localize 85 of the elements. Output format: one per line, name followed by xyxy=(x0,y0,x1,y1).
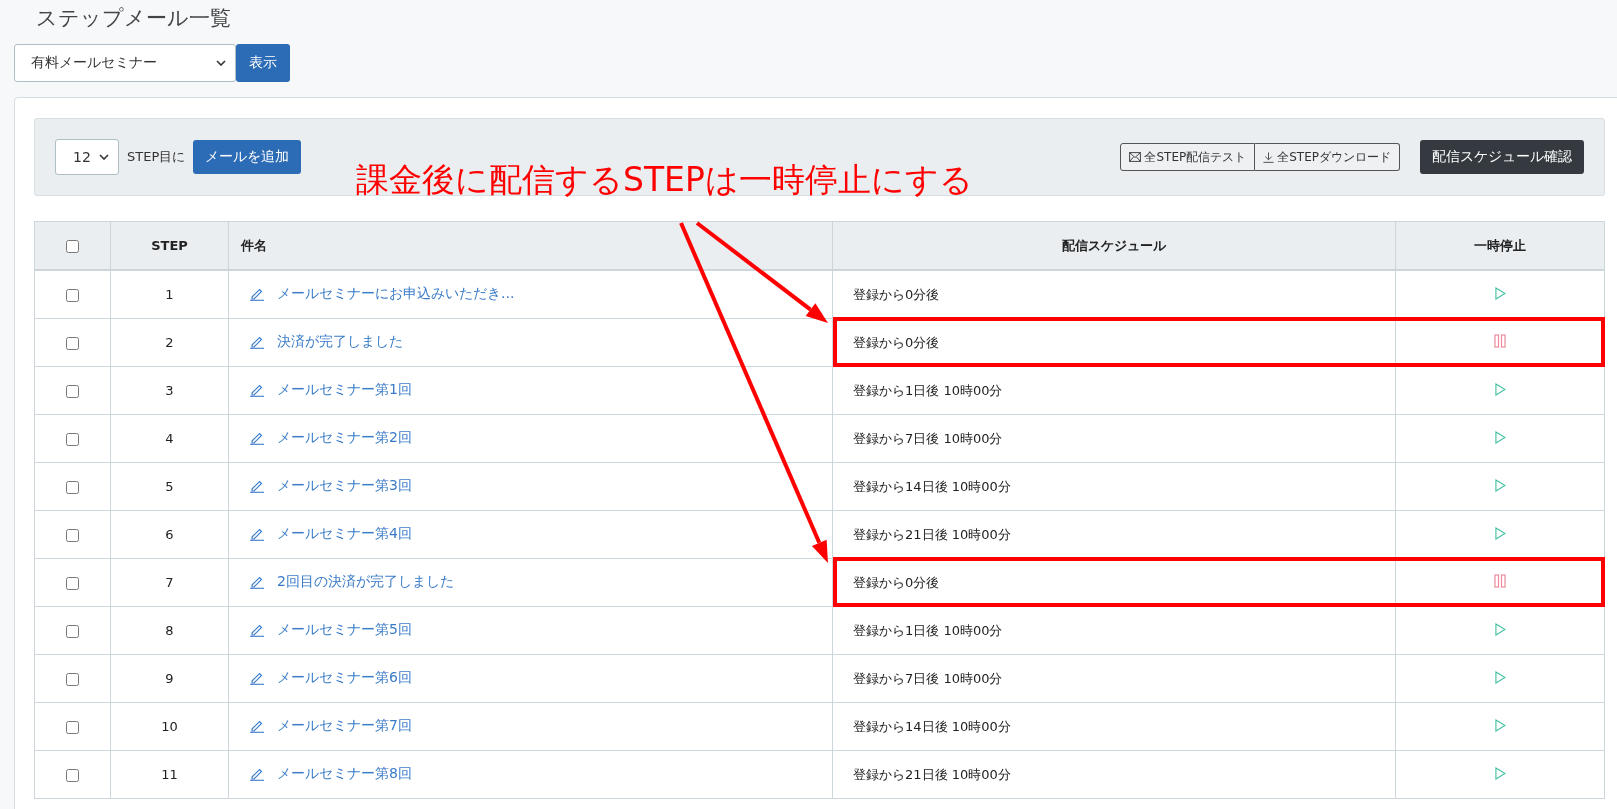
subject-link[interactable]: メールセミナー第2回 xyxy=(277,429,412,447)
pencil-icon[interactable] xyxy=(249,383,265,397)
subject-link[interactable]: メールセミナー第3回 xyxy=(277,477,412,495)
subject-link[interactable]: メールセミナー第6回 xyxy=(277,669,412,687)
step-dropdown[interactable]: 12 xyxy=(55,139,119,175)
step-number: 1 xyxy=(165,287,174,302)
column-header: 配信スケジュール xyxy=(1062,237,1166,253)
schedule-text: 登録から21日後 10時00分 xyxy=(853,766,1011,782)
pencil-icon[interactable] xyxy=(249,527,265,541)
schedule-text: 登録から7日後 10時00分 xyxy=(853,430,1003,446)
add-mail-button[interactable]: メールを追加 xyxy=(193,140,302,174)
chevron-icon xyxy=(99,154,109,160)
download-button[interactable]: 全STEPダウンロード xyxy=(1255,143,1400,171)
step-label: STEP目に xyxy=(127,148,186,166)
step-number: 2 xyxy=(165,335,174,350)
subject-link[interactable]: メールセミナーにお申込みいただき... xyxy=(277,285,515,303)
pencil-icon[interactable] xyxy=(249,671,265,685)
pause-icon[interactable] xyxy=(1494,334,1506,348)
play-icon[interactable] xyxy=(1494,382,1506,396)
annotation-text: 課金後に配信するSTEPは一時停止にする xyxy=(356,159,973,201)
row-checkbox[interactable] xyxy=(66,433,79,446)
schedule-text: 登録から14日後 10時00分 xyxy=(853,718,1011,734)
schedule-text: 登録から7日後 10時00分 xyxy=(853,670,1003,686)
row-checkbox[interactable] xyxy=(66,577,79,590)
show-button[interactable]: 表示 xyxy=(236,44,290,82)
subject-link[interactable]: 2回目の決済が完了しました xyxy=(277,573,454,591)
pencil-icon[interactable] xyxy=(249,719,265,733)
step-number: 6 xyxy=(165,527,174,542)
step-number: 5 xyxy=(165,479,174,494)
row-checkbox[interactable] xyxy=(66,337,79,350)
row-checkbox[interactable] xyxy=(66,769,79,782)
play-icon[interactable] xyxy=(1494,478,1506,492)
pencil-icon[interactable] xyxy=(249,575,265,589)
pencil-icon[interactable] xyxy=(249,479,265,493)
chevron-icon xyxy=(216,60,226,66)
schedule-text: 登録から1日後 10時00分 xyxy=(853,382,1003,398)
subject-link[interactable]: メールセミナー第8回 xyxy=(277,765,412,783)
test-send-button[interactable]: 全STEP配信テスト xyxy=(1120,143,1256,171)
column-header: STEP xyxy=(151,238,188,253)
row-checkbox[interactable] xyxy=(66,625,79,638)
pencil-icon[interactable] xyxy=(249,623,265,637)
row-checkbox[interactable] xyxy=(66,721,79,734)
play-icon[interactable] xyxy=(1494,430,1506,444)
subject-link[interactable]: メールセミナー第5回 xyxy=(277,621,412,639)
step-number: 9 xyxy=(165,671,174,686)
row-checkbox[interactable] xyxy=(66,481,79,494)
download-icon xyxy=(1263,151,1275,163)
column-header: 件名 xyxy=(241,237,267,253)
pencil-icon[interactable] xyxy=(249,431,265,445)
subject-link[interactable]: メールセミナー第7回 xyxy=(277,717,412,735)
pencil-icon[interactable] xyxy=(249,767,265,781)
row-checkbox[interactable] xyxy=(66,385,79,398)
row-checkbox[interactable] xyxy=(66,673,79,686)
column-header: 一時停止 xyxy=(1474,237,1526,253)
page-title: ステップメール一覧 xyxy=(35,5,232,32)
select-all-checkbox[interactable] xyxy=(66,240,79,253)
schedule-text: 登録から0分後 xyxy=(853,286,940,302)
step-number: 4 xyxy=(165,431,174,446)
step-number: 3 xyxy=(165,383,174,398)
play-icon[interactable] xyxy=(1494,718,1506,732)
step-number: 7 xyxy=(165,575,174,590)
schedule-text: 登録から0分後 xyxy=(853,574,940,590)
step-number: 8 xyxy=(165,623,174,638)
play-icon[interactable] xyxy=(1494,526,1506,540)
schedule-text: 登録から0分後 xyxy=(853,334,940,350)
pencil-icon[interactable] xyxy=(249,287,265,301)
series-dropdown[interactable]: 有料メールセミナー xyxy=(14,44,236,82)
schedule-check-button[interactable]: 配信スケジュール確認 xyxy=(1420,140,1584,174)
schedule-text: 登録から14日後 10時00分 xyxy=(853,478,1011,494)
step-number: 10 xyxy=(161,719,178,734)
pause-icon[interactable] xyxy=(1494,574,1506,588)
pencil-icon[interactable] xyxy=(249,335,265,349)
subject-link[interactable]: メールセミナー第4回 xyxy=(277,525,412,543)
play-icon[interactable] xyxy=(1494,286,1506,300)
subject-link[interactable]: メールセミナー第1回 xyxy=(277,381,412,399)
envelope-icon xyxy=(1129,152,1142,162)
row-checkbox[interactable] xyxy=(66,289,79,302)
schedule-text: 登録から21日後 10時00分 xyxy=(853,526,1011,542)
row-checkbox[interactable] xyxy=(66,529,79,542)
play-icon[interactable] xyxy=(1494,622,1506,636)
play-icon[interactable] xyxy=(1494,670,1506,684)
play-icon[interactable] xyxy=(1494,766,1506,780)
schedule-text: 登録から1日後 10時00分 xyxy=(853,622,1003,638)
subject-link[interactable]: 決済が完了しました xyxy=(277,333,403,351)
step-number: 11 xyxy=(161,767,178,782)
